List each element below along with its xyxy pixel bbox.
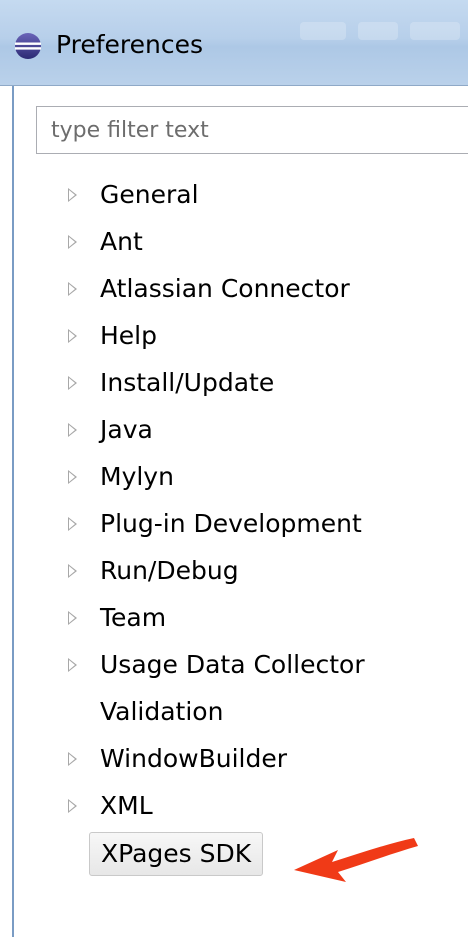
tree-item-general[interactable]: General — [0, 172, 468, 219]
preferences-window: Preferences General Ant Atlassian Connec… — [0, 0, 468, 937]
expand-arrow-icon[interactable] — [68, 282, 77, 296]
titlebar-blur — [410, 22, 460, 40]
window-title: Preferences — [56, 30, 204, 59]
tree-item-label: WindowBuilder — [100, 744, 287, 773]
expand-arrow-icon[interactable] — [68, 517, 77, 531]
tree-item-label: XPages SDK — [89, 832, 264, 876]
tree-item-label: General — [100, 180, 199, 209]
tree-item-label: Java — [100, 415, 153, 444]
red-arrow-icon — [294, 838, 418, 882]
tree-item-java[interactable]: Java — [0, 407, 468, 454]
expand-arrow-icon[interactable] — [68, 611, 77, 625]
tree-item-label: Run/Debug — [100, 556, 239, 585]
tree-item-label: Plug-in Development — [100, 509, 362, 538]
expand-arrow-icon[interactable] — [68, 799, 77, 813]
title-bar[interactable]: Preferences — [0, 0, 468, 86]
tree-item-usage-data-collector[interactable]: Usage Data Collector — [0, 642, 468, 689]
eclipse-icon — [15, 33, 41, 59]
tree-item-label: Usage Data Collector — [100, 650, 365, 679]
tree-item-label: Team — [100, 603, 167, 632]
titlebar-blur — [300, 22, 346, 40]
tree-item-run-debug[interactable]: Run/Debug — [0, 548, 468, 595]
tree-item-validation[interactable]: Validation — [0, 689, 468, 736]
tree-item-plug-in-development[interactable]: Plug-in Development — [0, 501, 468, 548]
expand-arrow-icon[interactable] — [68, 376, 77, 390]
tree-item-label: Atlassian Connector — [100, 274, 350, 303]
expand-arrow-icon[interactable] — [68, 658, 77, 672]
tree-item-label: Help — [100, 321, 157, 350]
expand-arrow-icon[interactable] — [68, 752, 77, 766]
expand-arrow-icon[interactable] — [68, 235, 77, 249]
tree-item-windowbuilder[interactable]: WindowBuilder — [0, 736, 468, 783]
tree-item-label: Validation — [100, 697, 224, 726]
tree-item-ant[interactable]: Ant — [0, 219, 468, 266]
expand-arrow-icon[interactable] — [68, 423, 77, 437]
tree-item-atlassian-connector[interactable]: Atlassian Connector — [0, 266, 468, 313]
tree-item-help[interactable]: Help — [0, 313, 468, 360]
tree-item-install-update[interactable]: Install/Update — [0, 360, 468, 407]
expand-arrow-icon[interactable] — [68, 470, 77, 484]
tree-item-mylyn[interactable]: Mylyn — [0, 454, 468, 501]
tree-item-label: Mylyn — [100, 462, 174, 491]
tree-item-label: Install/Update — [100, 368, 275, 397]
filter-input[interactable] — [36, 106, 468, 154]
preferences-tree: General Ant Atlassian Connector Help Ins… — [0, 172, 468, 877]
tree-item-label: Ant — [100, 227, 143, 256]
tree-item-label: XML — [100, 791, 153, 820]
titlebar-blur — [358, 22, 398, 40]
expand-arrow-icon[interactable] — [68, 329, 77, 343]
expand-arrow-icon[interactable] — [68, 564, 77, 578]
tree-item-team[interactable]: Team — [0, 595, 468, 642]
expand-arrow-icon[interactable] — [68, 188, 77, 202]
